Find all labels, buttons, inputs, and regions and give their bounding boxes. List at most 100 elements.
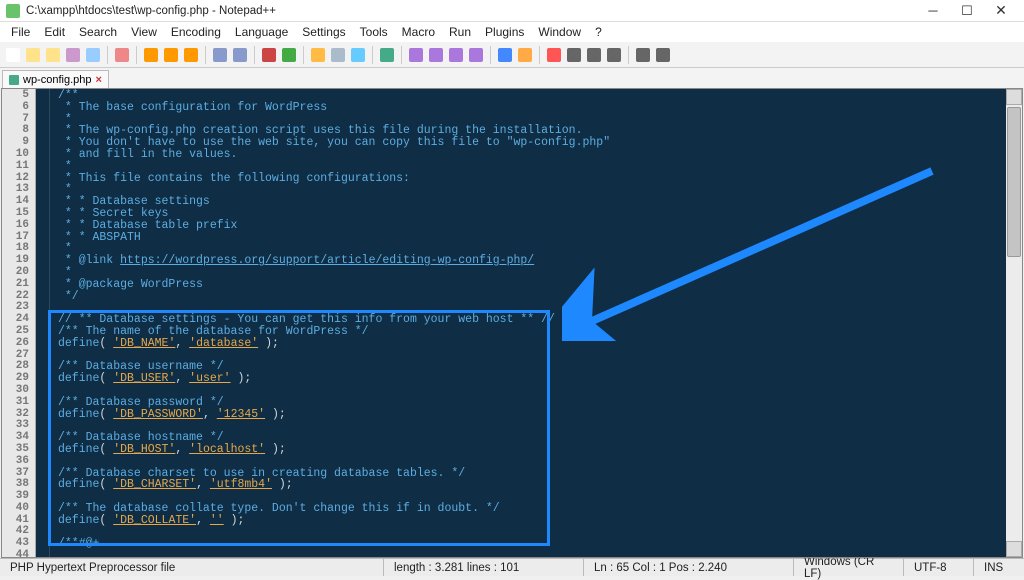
toolbar-separator [303, 46, 304, 64]
status-language: PHP Hypertext Preprocessor file [0, 559, 384, 576]
menu-edit[interactable]: Edit [37, 25, 72, 39]
toolbar [0, 42, 1024, 68]
toolbar-button-25[interactable] [427, 46, 445, 64]
tab-bar: wp-config.php × [0, 68, 1024, 88]
app-icon [6, 4, 20, 18]
toolbar-button-0[interactable] [4, 46, 22, 64]
toolbar-icon [144, 48, 158, 62]
toolbar-button-34[interactable] [585, 46, 603, 64]
menu-?[interactable]: ? [588, 25, 609, 39]
toolbar-separator [205, 46, 206, 64]
status-bar: PHP Hypertext Preprocessor file length :… [0, 558, 1024, 576]
vertical-scrollbar[interactable] [1006, 89, 1022, 557]
menu-view[interactable]: View [124, 25, 164, 39]
toolbar-button-30[interactable] [516, 46, 534, 64]
status-eol: Windows (CR LF) [794, 559, 904, 576]
scroll-up-button[interactable] [1006, 89, 1022, 105]
toolbar-button-8[interactable] [142, 46, 160, 64]
menu-bar: FileEditSearchViewEncodingLanguageSettin… [0, 22, 1024, 42]
toolbar-icon [46, 48, 60, 62]
toolbar-icon [164, 48, 178, 62]
toolbar-icon [66, 48, 80, 62]
toolbar-button-38[interactable] [654, 46, 672, 64]
menu-encoding[interactable]: Encoding [164, 25, 228, 39]
toolbar-button-16[interactable] [280, 46, 298, 64]
toolbar-button-24[interactable] [407, 46, 425, 64]
tab-wp-config[interactable]: wp-config.php × [2, 70, 109, 88]
toolbar-button-33[interactable] [565, 46, 583, 64]
toolbar-button-3[interactable] [64, 46, 82, 64]
toolbar-button-9[interactable] [162, 46, 180, 64]
menu-settings[interactable]: Settings [295, 25, 352, 39]
window-title: C:\xampp\htdocs\test\wp-config.php - Not… [26, 5, 916, 17]
menu-language[interactable]: Language [228, 25, 295, 39]
toolbar-button-10[interactable] [182, 46, 200, 64]
toolbar-button-12[interactable] [211, 46, 229, 64]
toolbar-button-18[interactable] [309, 46, 327, 64]
toolbar-icon [184, 48, 198, 62]
toolbar-icon [498, 48, 512, 62]
toolbar-icon [607, 48, 621, 62]
code-area[interactable]: /** * The base configuration for WordPre… [50, 89, 1006, 557]
toolbar-button-27[interactable] [467, 46, 485, 64]
toolbar-icon [636, 48, 650, 62]
close-button[interactable]: ✕ [984, 0, 1018, 22]
toolbar-icon [233, 48, 247, 62]
toolbar-button-37[interactable] [634, 46, 652, 64]
toolbar-icon [6, 48, 20, 62]
scroll-thumb[interactable] [1007, 107, 1021, 257]
scroll-down-button[interactable] [1006, 541, 1022, 557]
maximize-button[interactable]: ☐ [950, 0, 984, 22]
toolbar-icon [351, 48, 365, 62]
menu-window[interactable]: Window [531, 25, 588, 39]
toolbar-button-1[interactable] [24, 46, 42, 64]
toolbar-button-2[interactable] [44, 46, 62, 64]
toolbar-icon [656, 48, 670, 62]
toolbar-icon [429, 48, 443, 62]
toolbar-icon [26, 48, 40, 62]
toolbar-separator [628, 46, 629, 64]
toolbar-button-29[interactable] [496, 46, 514, 64]
toolbar-icon [409, 48, 423, 62]
status-encoding: UTF-8 [904, 559, 974, 576]
line-number-gutter: 5678910111213141516171819202122232425262… [2, 89, 36, 557]
toolbar-icon [518, 48, 532, 62]
menu-macro[interactable]: Macro [395, 25, 442, 39]
toolbar-button-4[interactable] [84, 46, 102, 64]
toolbar-button-26[interactable] [447, 46, 465, 64]
toolbar-separator [372, 46, 373, 64]
toolbar-button-22[interactable] [378, 46, 396, 64]
toolbar-button-6[interactable] [113, 46, 131, 64]
php-file-icon [9, 75, 19, 85]
menu-plugins[interactable]: Plugins [478, 25, 531, 39]
toolbar-button-19[interactable] [329, 46, 347, 64]
menu-file[interactable]: File [4, 25, 37, 39]
toolbar-icon [213, 48, 227, 62]
menu-search[interactable]: Search [72, 25, 124, 39]
fold-column [36, 89, 50, 557]
close-icon[interactable]: × [96, 74, 102, 86]
toolbar-separator [401, 46, 402, 64]
toolbar-separator [539, 46, 540, 64]
status-insert-mode: INS [974, 559, 1024, 576]
toolbar-icon [547, 48, 561, 62]
menu-tools[interactable]: Tools [353, 25, 395, 39]
scroll-track[interactable] [1006, 105, 1022, 541]
tab-label: wp-config.php [23, 74, 92, 86]
toolbar-icon [86, 48, 100, 62]
toolbar-icon [115, 48, 129, 62]
menu-run[interactable]: Run [442, 25, 478, 39]
status-length: length : 3.281 lines : 101 [384, 559, 584, 576]
toolbar-icon [331, 48, 345, 62]
window-titlebar: C:\xampp\htdocs\test\wp-config.php - Not… [0, 0, 1024, 22]
minimize-button[interactable]: ─ [916, 0, 950, 22]
toolbar-button-13[interactable] [231, 46, 249, 64]
toolbar-button-32[interactable] [545, 46, 563, 64]
toolbar-icon [311, 48, 325, 62]
toolbar-separator [107, 46, 108, 64]
toolbar-button-35[interactable] [605, 46, 623, 64]
toolbar-icon [282, 48, 296, 62]
toolbar-icon [380, 48, 394, 62]
toolbar-button-15[interactable] [260, 46, 278, 64]
toolbar-button-20[interactable] [349, 46, 367, 64]
